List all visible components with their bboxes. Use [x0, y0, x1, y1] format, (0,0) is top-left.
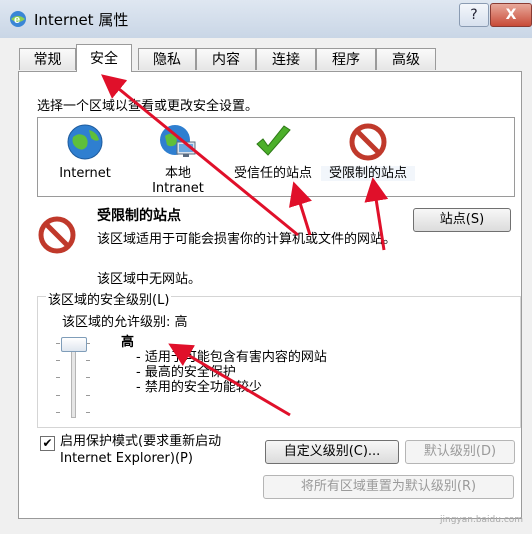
slider-tick: [86, 360, 90, 361]
slider-tick: [86, 412, 90, 413]
protected-mode-label-line2: Internet Explorer)(P): [60, 451, 193, 466]
slider-tick: [86, 377, 90, 378]
slider-tick: [56, 360, 60, 361]
zone-description-title: 受限制的站点: [97, 208, 181, 224]
watermark: jingyan.baidu.com: [440, 515, 524, 525]
zones-prompt: 选择一个区域以查看或更改安全设置。: [37, 99, 259, 114]
custom-level-button[interactable]: 自定义级别(C)...: [265, 440, 399, 464]
globe-icon: [67, 124, 103, 160]
allowed-level-text: 该区域的允许级别: 高: [62, 315, 188, 330]
help-button[interactable]: ?: [459, 3, 489, 27]
tab-connections[interactable]: 连接: [256, 48, 316, 70]
level-bullet: - 禁用的安全功能较少: [136, 380, 262, 395]
zone-label: Internet: [59, 166, 111, 181]
zone-internet[interactable]: Internet: [50, 122, 120, 181]
window-title: Internet 属性: [34, 11, 129, 29]
zone-label: 受信任的站点: [233, 166, 312, 181]
zone-restricted-sites[interactable]: 受限制的站点: [321, 122, 415, 181]
internet-explorer-icon: e: [10, 11, 26, 27]
title-bar: e Internet 属性 ? X: [0, 0, 532, 39]
security-level-slider-thumb[interactable]: [61, 337, 87, 352]
zone-label: 受限制的站点: [321, 166, 415, 181]
zone-sites-status: 该区域中无网站。: [97, 272, 202, 287]
close-button[interactable]: X: [490, 3, 532, 27]
zone-description: 该区域适用于可能会损害你的计算机或文件的网站。: [97, 232, 397, 247]
default-level-button[interactable]: 默认级别(D): [405, 440, 515, 464]
restricted-icon: [349, 123, 387, 161]
reset-all-zones-button[interactable]: 将所有区域重置为默认级别(R): [263, 475, 514, 499]
tab-programs[interactable]: 程序: [316, 48, 376, 70]
tab-privacy[interactable]: 隐私: [138, 48, 196, 70]
local-intranet-icon: [160, 125, 196, 157]
slider-tick: [56, 343, 60, 344]
slider-tick: [56, 377, 60, 378]
tab-advanced[interactable]: 高级: [376, 48, 436, 70]
restricted-zone-icon: [38, 216, 76, 254]
zone-trusted-sites[interactable]: 受信任的站点: [226, 122, 320, 181]
level-bullet: - 适用于可能包含有害内容的网站: [136, 350, 327, 365]
tab-content[interactable]: 内容: [196, 48, 256, 70]
zone-list: Internet 本地 Intranet 受信任的站点 受限制的站点: [37, 117, 515, 197]
slider-tick: [56, 395, 60, 396]
slider-tick: [56, 412, 60, 413]
level-bullet: - 最高的安全保护: [136, 365, 236, 380]
sites-button[interactable]: 站点(S): [413, 208, 511, 232]
protected-mode-label: 启用保护模式(要求重新启动: [60, 434, 222, 449]
tab-general[interactable]: 常规: [19, 48, 76, 70]
security-level-name: 高: [121, 335, 135, 350]
protected-mode-checkbox[interactable]: ✔: [40, 436, 55, 451]
checkmark-icon: [256, 125, 291, 156]
slider-tick: [86, 395, 90, 396]
zone-local-intranet[interactable]: 本地 Intranet: [142, 122, 214, 196]
svg-text:e: e: [14, 14, 20, 26]
security-level-group-title: 该区域的安全级别(L): [46, 289, 172, 308]
zone-label-line1: 本地: [164, 166, 191, 181]
tab-security[interactable]: 安全: [76, 44, 132, 72]
zone-label-line2: Intranet: [152, 181, 204, 196]
